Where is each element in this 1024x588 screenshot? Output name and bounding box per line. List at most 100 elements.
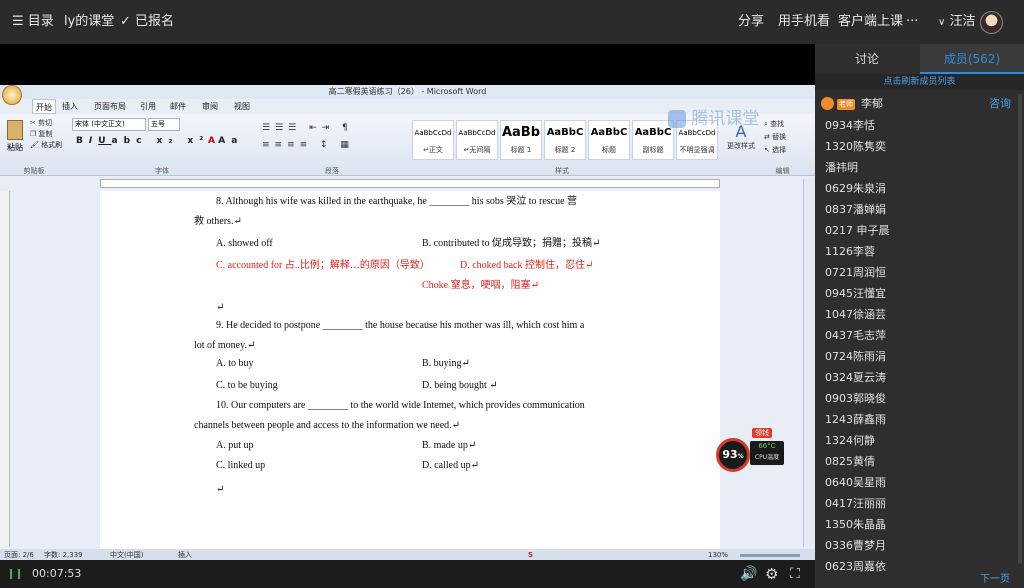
- cpu-badge[interactable]: 领钱: [752, 428, 772, 438]
- member-item[interactable]: 1243薛鑫雨: [825, 409, 886, 430]
- settings-gear-icon[interactable]: ⚙: [765, 560, 778, 588]
- word-tab-4[interactable]: 邮件: [170, 99, 186, 114]
- cpu-temp-panel: 66°C CPU温度: [750, 441, 784, 465]
- member-item[interactable]: 0837潘婵娟: [825, 199, 886, 220]
- fullscreen-icon[interactable]: ⛶: [790, 560, 800, 588]
- member-item[interactable]: 0825黄倩: [825, 451, 875, 472]
- member-item[interactable]: 0903郭晓俊: [825, 388, 886, 409]
- member-item[interactable]: 潘祎明: [825, 157, 858, 178]
- course-title: ly的课堂: [64, 14, 115, 29]
- refresh-members-link[interactable]: 点击刷新成员列表: [815, 74, 1024, 90]
- vertical-scrollbar[interactable]: [803, 179, 815, 547]
- avatar[interactable]: [980, 11, 1003, 34]
- member-item[interactable]: 1320陈隽奕: [825, 136, 886, 157]
- doc-line: 9. He decided to postpone ________ the h…: [216, 320, 585, 331]
- cpu-widget[interactable]: 93% 领钱 66°C CPU温度: [716, 428, 786, 474]
- document-page[interactable]: 8. Although his wife was killed in the e…: [100, 191, 720, 560]
- cut-button[interactable]: ✂ 剪切: [30, 118, 62, 129]
- copy-icon: ❐: [30, 130, 37, 138]
- font-name-select[interactable]: 宋体 (中文正文): [72, 118, 146, 131]
- teacher-row[interactable]: 老师 李郁 咨询: [821, 94, 1021, 114]
- style-option-3[interactable]: AaBbC 标题 2: [544, 120, 586, 160]
- clipboard-icon: [7, 120, 23, 140]
- paste-button[interactable]: 粘贴: [4, 118, 26, 158]
- style-preview: AaBbCcDd: [458, 129, 496, 137]
- phone-view-button[interactable]: 用手机看: [778, 0, 830, 44]
- user-menu[interactable]: ∨ 汪洁: [938, 0, 975, 44]
- style-label: ↵正文: [423, 146, 443, 154]
- replace-button[interactable]: ⇄ 替换: [764, 131, 786, 144]
- consult-link[interactable]: 咨询: [989, 94, 1011, 114]
- signal-icon: [10, 569, 20, 579]
- more-button[interactable]: ···: [906, 0, 918, 44]
- member-item[interactable]: 0437毛志萍: [825, 325, 886, 346]
- doc-line: 8. Although his wife was killed in the e…: [216, 196, 578, 207]
- format-painter-button[interactable]: 🖌 格式刷: [30, 140, 62, 151]
- doc-line: channels between people and access to th…: [194, 420, 461, 431]
- style-option-2[interactable]: AaBb 标题 1: [500, 120, 542, 160]
- style-label: 不明显强调: [679, 146, 715, 154]
- sogou-ime-icon[interactable]: S: [528, 549, 533, 560]
- tab-members[interactable]: 成员(562): [920, 44, 1024, 74]
- member-item[interactable]: 0417汪丽丽: [825, 493, 886, 514]
- word-tab-6[interactable]: 视图: [234, 99, 250, 114]
- cut-label: 剪切: [38, 119, 53, 127]
- page-count[interactable]: 页面: 2/6: [4, 549, 34, 560]
- word-tab-1[interactable]: 插入: [62, 99, 78, 114]
- zoom-level[interactable]: 130%: [708, 549, 728, 560]
- member-item[interactable]: 0623周嘉依: [825, 556, 886, 577]
- font-color-icon[interactable]: A: [208, 136, 215, 146]
- member-item[interactable]: 0934李恬: [825, 115, 875, 136]
- language-indicator[interactable]: 中文(中国): [110, 549, 143, 560]
- find-button[interactable]: ⌕ 查找: [764, 118, 786, 131]
- tab-discuss[interactable]: 讨论: [815, 44, 919, 74]
- member-item[interactable]: 1350朱晶晶: [825, 514, 886, 535]
- sidebar-scrollbar[interactable]: [1018, 94, 1022, 564]
- word-tab-3[interactable]: 引用: [140, 99, 156, 114]
- member-item[interactable]: 1047徐涵芸: [825, 304, 886, 325]
- style-option-4[interactable]: AaBbC 标题: [588, 120, 630, 160]
- style-option-0[interactable]: AaBbCcDd ↵正文: [412, 120, 454, 160]
- word-count[interactable]: 字数: 2,339: [44, 549, 83, 560]
- word-window-title: 高二寒假英语练习（26） - Microsoft Word: [328, 87, 487, 96]
- copy-button[interactable]: ❐ 复制: [30, 129, 62, 140]
- volume-icon[interactable]: 🔊: [740, 560, 757, 588]
- sidebar-tabs: 讨论 成员(562): [815, 44, 1024, 74]
- horizontal-ruler[interactable]: [100, 179, 720, 188]
- member-item[interactable]: 1324何静: [825, 430, 875, 451]
- style-preview: AaBb: [501, 125, 541, 140]
- member-item[interactable]: 0217 申子晨: [825, 220, 890, 241]
- select-button[interactable]: ↖ 选择: [764, 144, 786, 157]
- chevron-down-icon: ∨: [938, 17, 946, 28]
- member-item[interactable]: 0640吴星雨: [825, 472, 886, 493]
- office-button-icon[interactable]: [2, 85, 22, 105]
- member-item[interactable]: 0724陈雨涓: [825, 346, 886, 367]
- catalog-label: 目录: [27, 14, 54, 29]
- word-tab-5[interactable]: 审阅: [202, 99, 218, 114]
- member-item[interactable]: 1126李蓉: [825, 241, 875, 262]
- doc-line: 救 others.↵: [194, 216, 242, 227]
- word-tab-0[interactable]: 开始: [32, 99, 56, 114]
- insert-mode[interactable]: 插入: [178, 549, 192, 560]
- style-label: 标题 1: [510, 146, 532, 154]
- next-page-button[interactable]: 下一页: [980, 570, 1010, 585]
- word-tab-2[interactable]: 页面布局: [94, 99, 126, 114]
- zoom-slider[interactable]: [740, 554, 800, 557]
- sidebar: 讨论 成员(562) 点击刷新成员列表 老师 李郁 咨询 0934李恬 1320陈…: [815, 44, 1024, 588]
- member-item[interactable]: 0721周润恒: [825, 262, 886, 283]
- tencent-classroom-watermark: 腾讯课堂: [668, 104, 759, 129]
- share-button[interactable]: 分享: [738, 0, 764, 44]
- member-item[interactable]: 0945汪懂宜: [825, 283, 886, 304]
- style-option-1[interactable]: AaBbCcDd ↵无间隔: [456, 120, 498, 160]
- member-item[interactable]: 0324夏云涛: [825, 367, 886, 388]
- paragraph-buttons[interactable]: ☰☰☰ ⇤⇥ ¶ ≡≡≡≡ ↕ ▦: [262, 120, 402, 156]
- member-item[interactable]: 0336曹梦月: [825, 535, 886, 556]
- video-area[interactable]: 高二寒假英语练习（26） - Microsoft Word 开始 插入 页面布局 引用…: [0, 44, 815, 560]
- client-button[interactable]: 客户端上课: [838, 0, 903, 44]
- catalog-button[interactable]: ☰ 目录: [12, 0, 54, 44]
- member-item[interactable]: 0629朱泉涓: [825, 178, 886, 199]
- binoculars-icon: ⌕: [764, 120, 768, 128]
- font-size-select[interactable]: 五号: [148, 118, 180, 131]
- font-format-buttons[interactable]: BIUabc x₂ x² Aa: [76, 136, 243, 146]
- doc-line: B. buying↵: [422, 358, 470, 369]
